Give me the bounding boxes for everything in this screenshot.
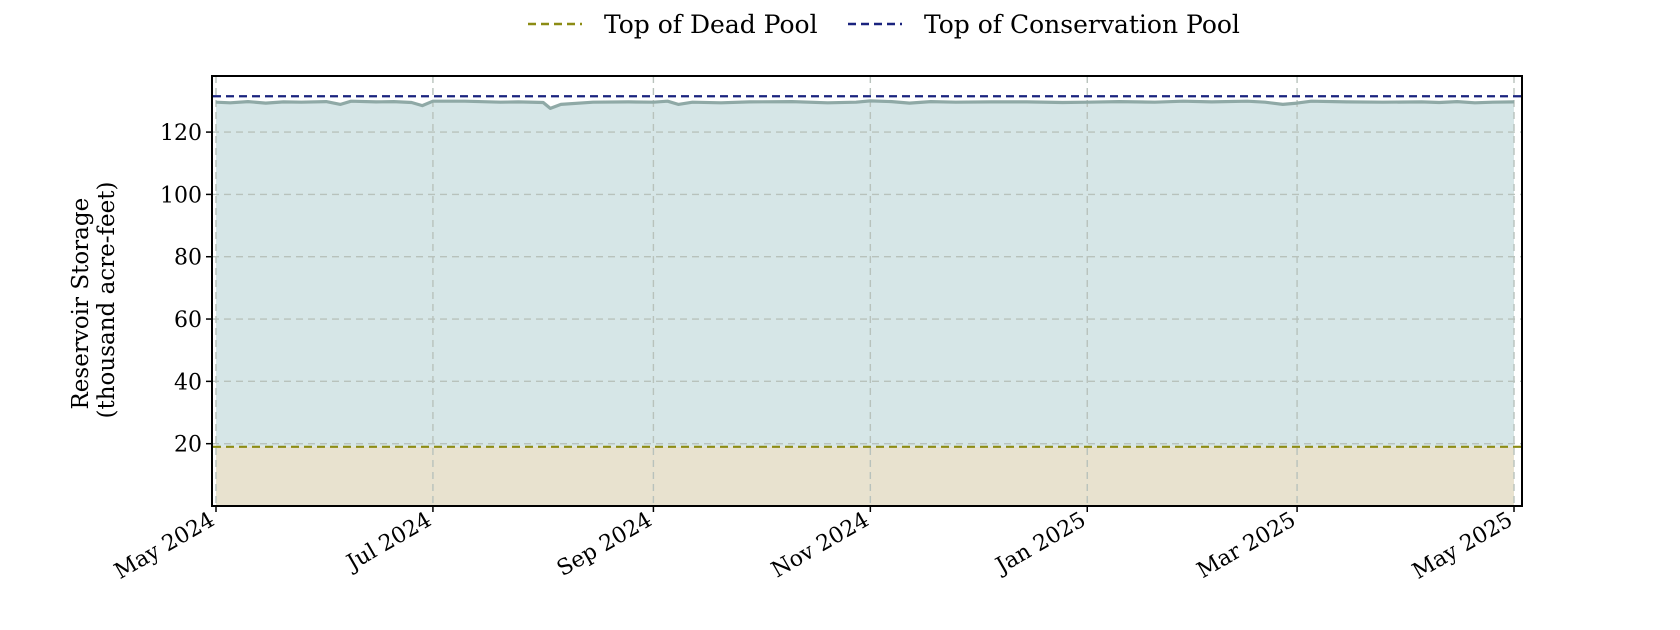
x-tick-label: Mar 2025 (1193, 508, 1300, 584)
y-tick-label: 100 (160, 183, 202, 208)
legend-label-dead-pool: Top of Dead Pool (604, 10, 818, 39)
x-tick-label: May 2024 (110, 508, 219, 585)
reservoir-storage-chart: Top of Dead Pool Top of Conservation Poo… (68, 10, 1523, 585)
y-tick-label: 60 (174, 308, 202, 333)
dead-pool-fill (216, 446, 1514, 506)
y-axis-label-line-2: (thousand acre-feet) (94, 182, 120, 419)
legend-item-conservation-pool[interactable]: Top of Conservation Pool (848, 10, 1240, 39)
y-tick-label: 20 (174, 433, 202, 458)
y-tick-label: 120 (160, 121, 202, 146)
conservation-storage-fill (216, 100, 1514, 447)
legend-label-conservation-pool: Top of Conservation Pool (924, 10, 1240, 39)
x-tick-label: Jul 2024 (341, 508, 436, 577)
legend: Top of Dead Pool Top of Conservation Poo… (528, 10, 1240, 39)
x-tick-label: Jan 2025 (990, 508, 1090, 580)
legend-item-dead-pool[interactable]: Top of Dead Pool (528, 10, 818, 39)
y-axis-label: Reservoir Storage (thousand acre-feet) (68, 182, 120, 419)
plot-area: 20 40 60 80 100 120 May 2024 Jul 2024 Sep 2024 No… (110, 75, 1523, 585)
y-tick-label: 80 (174, 246, 202, 271)
y-tick-label: 40 (174, 370, 202, 395)
x-tick-label: Sep 2024 (553, 508, 657, 582)
x-tick-label: Nov 2024 (767, 508, 873, 584)
y-axis-label-line-1: Reservoir Storage (68, 198, 94, 410)
x-tick-label: May 2025 (1408, 508, 1517, 585)
